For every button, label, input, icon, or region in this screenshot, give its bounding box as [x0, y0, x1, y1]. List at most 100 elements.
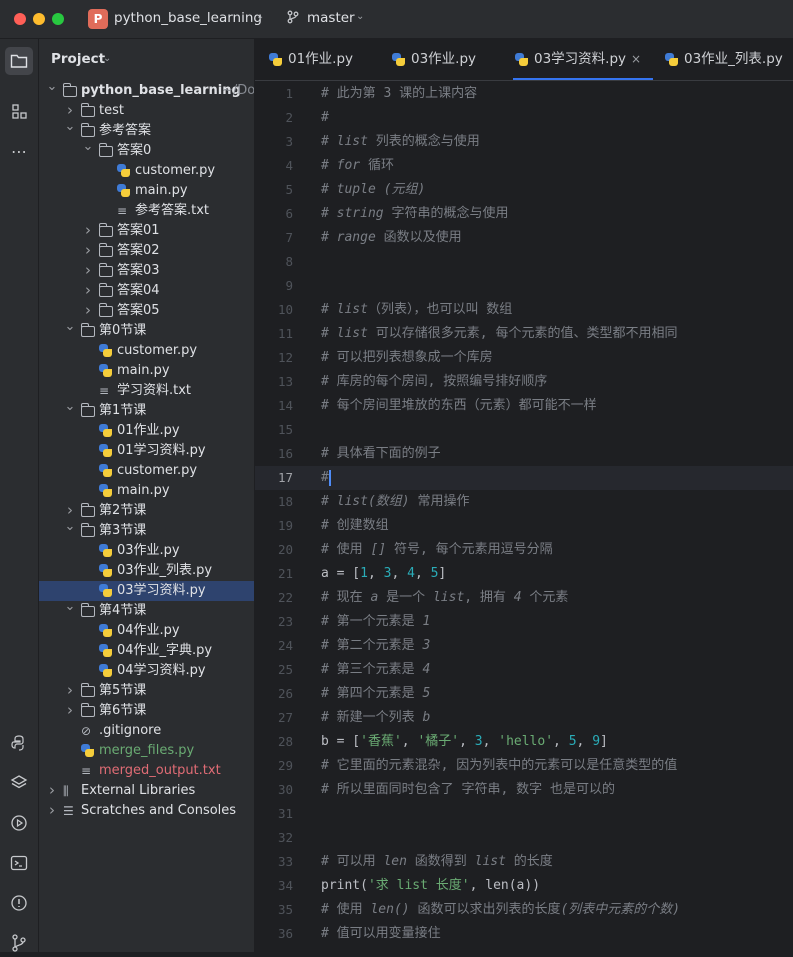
branch-icon[interactable]: [286, 10, 300, 28]
code-line[interactable]: 32: [255, 826, 793, 850]
code-line[interactable]: 11 # list 可以存储很多元素, 每个元素的值、类型都不用相同: [255, 322, 793, 346]
code-line[interactable]: 17 #: [255, 466, 793, 490]
tree-item[interactable]: › 第5节课: [39, 681, 254, 701]
editor-tab[interactable]: 03学习资料.py ×: [513, 39, 653, 80]
code-line[interactable]: 25 # 第三个元素是 4: [255, 658, 793, 682]
code-line[interactable]: 26 # 第四个元素是 5: [255, 682, 793, 706]
chevron-down-icon[interactable]: ⌄: [103, 53, 111, 64]
chevron-down-icon[interactable]: ⌄: [64, 117, 76, 137]
tree-item[interactable]: 03作业.py: [39, 541, 254, 561]
tree-item[interactable]: 04作业.py: [39, 621, 254, 641]
tree-item[interactable]: ⌄ 第1节课: [39, 399, 254, 421]
tree-item[interactable]: ⌄ 参考答案: [39, 119, 254, 141]
tree-item[interactable]: › ⫼ External Libraries: [39, 781, 254, 801]
chevron-down-icon[interactable]: ⌄: [64, 517, 76, 537]
code-line[interactable]: 21 a = [1, 3, 4, 5]: [255, 562, 793, 586]
python-console-icon[interactable]: [5, 729, 33, 757]
tree-item[interactable]: ⌄ 第0节课: [39, 319, 254, 341]
code-line[interactable]: 10 # list（列表），也可以叫 数组: [255, 298, 793, 322]
chevron-down-icon[interactable]: ⌄: [64, 397, 76, 417]
code-line[interactable]: 29 # 它里面的元素混杂, 因为列表中的元素可以是任意类型的值: [255, 754, 793, 778]
code-line[interactable]: 3 # list 列表的概念与使用: [255, 130, 793, 154]
code-line[interactable]: 24 # 第二个元素是 3: [255, 634, 793, 658]
tree-item[interactable]: customer.py: [39, 461, 254, 481]
tree-item[interactable]: 01作业.py: [39, 421, 254, 441]
tree-item[interactable]: merge_files.py: [39, 741, 254, 761]
tree-item[interactable]: ⌄ 第4节课: [39, 599, 254, 621]
code-line[interactable]: 22 # 现在 a 是一个 list, 拥有 4 个元素: [255, 586, 793, 610]
editor-tab[interactable]: 01作业.py: [267, 39, 377, 80]
tree-item[interactable]: main.py: [39, 361, 254, 381]
code-line[interactable]: 23 # 第一个元素是 1: [255, 610, 793, 634]
structure-icon[interactable]: [5, 97, 33, 125]
code-line[interactable]: 30 # 所以里面同时包含了 字符串, 数字 也是可以的: [255, 778, 793, 802]
code-line[interactable]: 28 b = ['香蕉', '橘子', 3, 'hello', 5, 9]: [255, 730, 793, 754]
code-line[interactable]: 4 # for 循环: [255, 154, 793, 178]
layers-icon[interactable]: [5, 769, 33, 797]
git-icon[interactable]: [5, 929, 33, 957]
code-line[interactable]: 15: [255, 418, 793, 442]
tree-item[interactable]: › 答案04: [39, 281, 254, 301]
code-line[interactable]: 6 # string 字符串的概念与使用: [255, 202, 793, 226]
tree-item[interactable]: › ☰ Scratches and Consoles: [39, 801, 254, 821]
branch-switcher[interactable]: master: [307, 10, 355, 26]
code-line[interactable]: 35 # 使用 len() 函数可以求出列表的长度(列表中元素的个数): [255, 898, 793, 922]
code-line[interactable]: 1 # 此为第 3 课的上课内容: [255, 82, 793, 106]
tree-item[interactable]: main.py: [39, 181, 254, 201]
tree-item[interactable]: › 第6节课: [39, 701, 254, 721]
chevron-down-icon[interactable]: ⌄: [256, 11, 264, 22]
editor-tab[interactable]: 03作业_列表.py: [663, 39, 793, 80]
tree-item[interactable]: customer.py: [39, 161, 254, 181]
code-line[interactable]: 16 # 具体看下面的例子: [255, 442, 793, 466]
terminal-icon[interactable]: [5, 849, 33, 877]
tree-item[interactable]: customer.py: [39, 341, 254, 361]
project-badge[interactable]: P: [88, 9, 108, 29]
chevron-right-icon[interactable]: ›: [82, 220, 94, 240]
chevron-right-icon[interactable]: ›: [82, 240, 94, 260]
folder-icon[interactable]: [5, 47, 33, 75]
chevron-down-icon[interactable]: ⌄: [356, 11, 364, 22]
chevron-right-icon[interactable]: ›: [82, 260, 94, 280]
close-tab-icon[interactable]: ×: [631, 39, 641, 80]
chevron-down-icon[interactable]: ⌄: [82, 137, 94, 157]
tree-item[interactable]: ≡ 参考答案.txt: [39, 201, 254, 221]
chevron-right-icon[interactable]: ›: [82, 280, 94, 300]
zoom-window-button[interactable]: [52, 13, 64, 25]
code-line[interactable]: 36 # 值可以用变量接住: [255, 922, 793, 946]
problems-icon[interactable]: [5, 889, 33, 917]
code-line[interactable]: 12 # 可以把列表想象成一个库房: [255, 346, 793, 370]
more-icon[interactable]: ⋯: [5, 137, 33, 165]
code-line[interactable]: 2 #: [255, 106, 793, 130]
tree-item[interactable]: › 答案01: [39, 221, 254, 241]
tree-item[interactable]: ⌄ python_base_learning ~/Do: [39, 79, 254, 101]
tree-item[interactable]: ≡ merged_output.txt: [39, 761, 254, 781]
run-icon[interactable]: [5, 809, 33, 837]
chevron-down-icon[interactable]: ⌄: [46, 77, 58, 97]
code-line[interactable]: 33 # 可以用 len 函数得到 list 的长度: [255, 850, 793, 874]
chevron-right-icon[interactable]: ›: [46, 780, 58, 800]
chevron-down-icon[interactable]: ⌄: [64, 597, 76, 617]
tree-item[interactable]: main.py: [39, 481, 254, 501]
project-switcher[interactable]: python_base_learning: [114, 10, 262, 26]
tree-item[interactable]: 04作业_字典.py: [39, 641, 254, 661]
code-line[interactable]: 9: [255, 274, 793, 298]
tree-item[interactable]: ⊘ .gitignore: [39, 721, 254, 741]
code-line[interactable]: 8: [255, 250, 793, 274]
chevron-down-icon[interactable]: ⌄: [64, 317, 76, 337]
chevron-right-icon[interactable]: ›: [46, 800, 58, 820]
close-window-button[interactable]: [14, 13, 26, 25]
code-line[interactable]: 5 # tuple (元组): [255, 178, 793, 202]
chevron-right-icon[interactable]: ›: [64, 680, 76, 700]
tree-item[interactable]: 03作业_列表.py: [39, 561, 254, 581]
tree-item[interactable]: › 答案03: [39, 261, 254, 281]
code-line[interactable]: 7 # range 函数以及使用: [255, 226, 793, 250]
tree-item[interactable]: ⌄ 第3节课: [39, 519, 254, 541]
code-line[interactable]: 20 # 使用 [] 符号, 每个元素用逗号分隔: [255, 538, 793, 562]
code-line[interactable]: 13 # 库房的每个房间, 按照编号排好顺序: [255, 370, 793, 394]
chevron-right-icon[interactable]: ›: [82, 300, 94, 320]
code-line[interactable]: 31: [255, 802, 793, 826]
editor-tab[interactable]: 03作业.py: [390, 39, 500, 80]
code-line[interactable]: 27 # 新建一个列表 b: [255, 706, 793, 730]
code-line[interactable]: 34 print('求 list 长度', len(a)): [255, 874, 793, 898]
tree-item[interactable]: ⌄ 答案0: [39, 139, 254, 161]
